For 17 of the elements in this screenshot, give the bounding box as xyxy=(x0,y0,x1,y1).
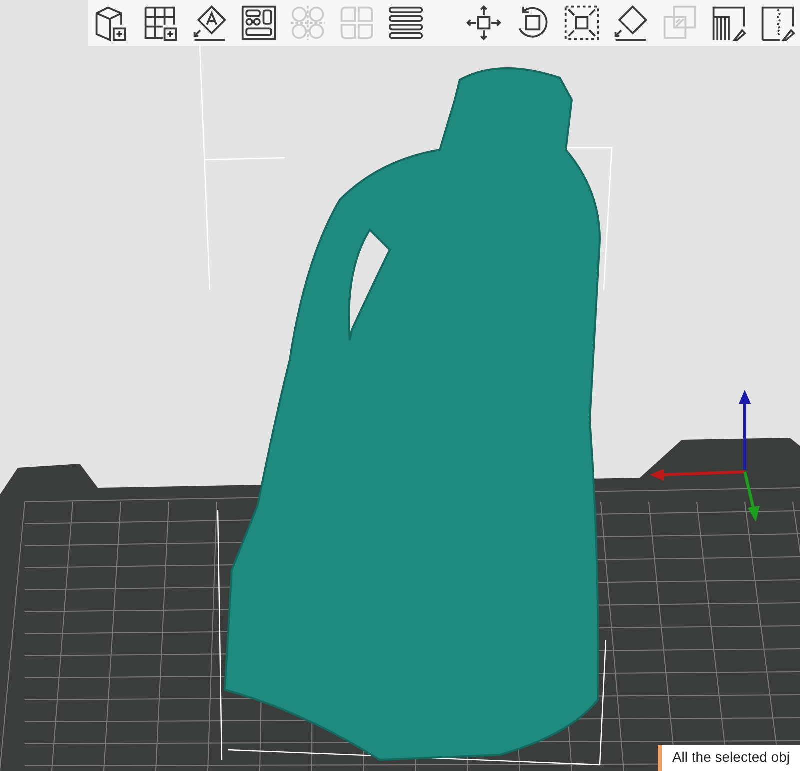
scale-tool[interactable] xyxy=(562,3,602,43)
move-icon xyxy=(465,4,503,42)
add-grid-icon xyxy=(142,4,180,42)
seam-paint-icon xyxy=(759,4,797,42)
auto-orient-icon xyxy=(191,4,229,42)
axes-icon xyxy=(650,390,760,522)
lay-flat-icon xyxy=(612,4,650,42)
support-paint-icon xyxy=(710,4,748,42)
scale-icon xyxy=(563,4,601,42)
layers-icon xyxy=(387,4,425,42)
boolean-icon xyxy=(661,4,699,42)
notification-text: All the selected obj xyxy=(672,749,790,765)
arrange-icon xyxy=(240,4,278,42)
split-objects-icon xyxy=(289,4,327,42)
split-parts-icon xyxy=(338,4,376,42)
arrange-tool[interactable] xyxy=(239,3,279,43)
move-tool[interactable] xyxy=(464,3,504,43)
